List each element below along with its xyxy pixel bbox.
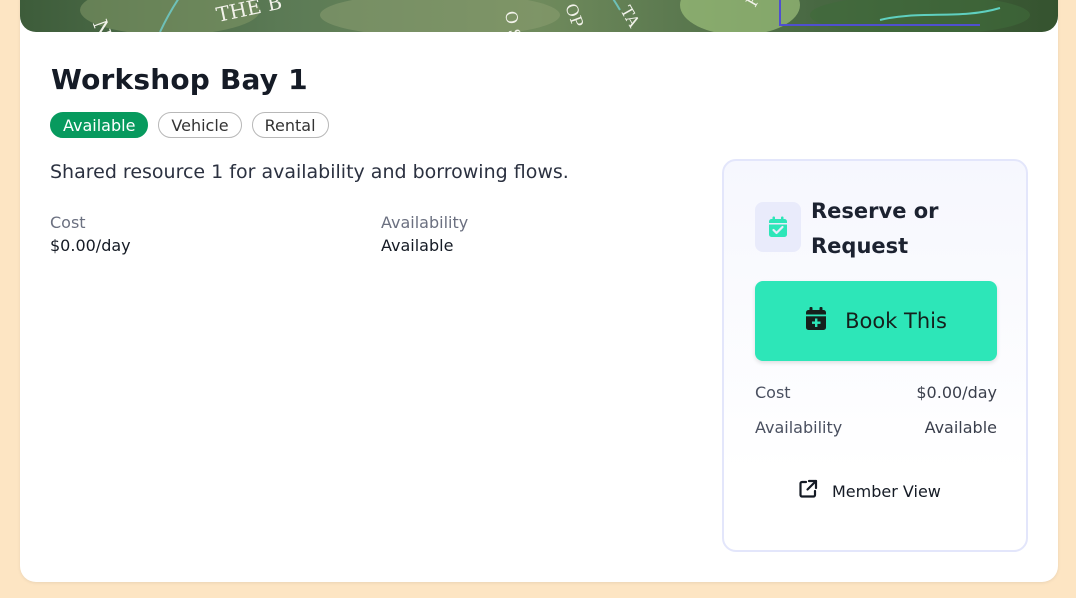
external-link-icon <box>798 479 818 503</box>
status-badge: Available <box>50 112 149 138</box>
map-image: N ZO THE B O SH OP TA RD <box>20 0 1058 32</box>
type-badge: Vehicle <box>158 112 242 138</box>
book-this-label: Book This <box>845 309 947 333</box>
panel-availability-value: Available <box>924 418 997 437</box>
member-view-label: Member View <box>832 481 941 501</box>
availability-label: Availability <box>381 213 469 232</box>
reserve-panel: Reserve or Request Book This Cost $0.00/… <box>722 159 1028 552</box>
panel-availability-row: Availability Available <box>755 418 997 437</box>
panel-cost-value: $0.00/day <box>916 383 997 402</box>
availability-value: Available <box>381 236 454 255</box>
member-view-link[interactable]: Member View <box>798 479 941 503</box>
book-this-button[interactable]: Book This <box>755 281 997 361</box>
category-badge: Rental <box>251 112 329 138</box>
resource-description: Shared resource 1 for availability and b… <box>50 161 569 183</box>
panel-cost-label: Cost <box>755 383 791 402</box>
reserve-panel-header: Reserve or Request <box>755 194 951 264</box>
cost-value: $0.00/day <box>50 236 131 255</box>
panel-cost-row: Cost $0.00/day <box>755 383 997 402</box>
badge-list: Available Vehicle Rental <box>50 112 329 138</box>
hero-map-image: N ZO THE B O SH OP TA RD <box>20 0 1058 32</box>
calendar-check-icon <box>755 202 801 252</box>
resource-title: Workshop Bay 1 <box>51 63 308 96</box>
availability-field: Availability Available <box>381 213 468 255</box>
reserve-panel-title: Reserve or Request <box>811 199 939 258</box>
cost-field: Cost $0.00/day <box>50 213 131 255</box>
panel-availability-label: Availability <box>755 418 843 437</box>
resource-card: N ZO THE B O SH OP TA RD Workshop Bay 1 … <box>20 0 1058 582</box>
calendar-plus-icon <box>805 306 827 336</box>
cost-label: Cost <box>50 213 86 232</box>
